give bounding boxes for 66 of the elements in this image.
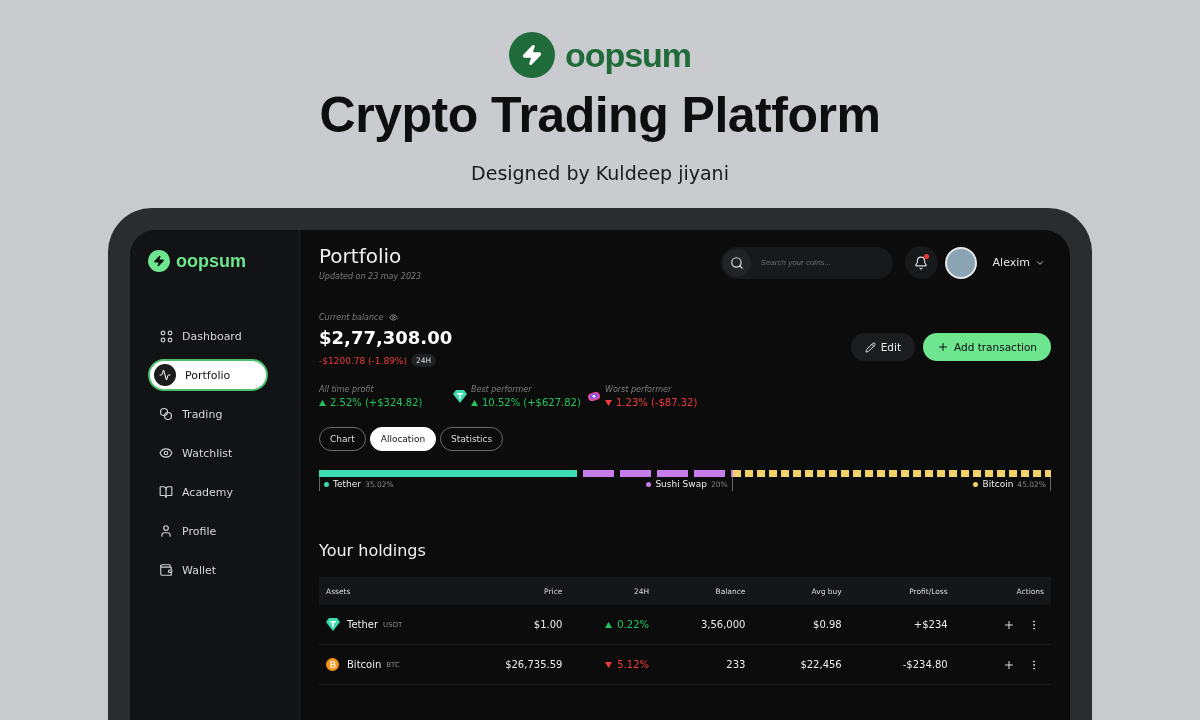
grid-dots-icon bbox=[159, 329, 173, 343]
balance-amount: $2,77,308.00 bbox=[319, 327, 453, 348]
page-title: Portfolio bbox=[319, 244, 403, 268]
balance-label: Current balance bbox=[319, 313, 384, 322]
plus-icon bbox=[1003, 658, 1015, 671]
coins-icon bbox=[159, 407, 173, 421]
asset-name: Bitcoin bbox=[347, 659, 382, 670]
search-field[interactable]: Search your coins... bbox=[720, 246, 893, 279]
brand-name: oopsum bbox=[176, 250, 246, 272]
balance-change: -$1200.78 (-1.89%) bbox=[319, 355, 407, 366]
bell-icon bbox=[914, 255, 929, 270]
avatar-placeholder bbox=[944, 246, 977, 279]
table-cell: -$234.80 bbox=[902, 659, 948, 670]
plus-icon bbox=[1003, 618, 1015, 631]
logo-icon bbox=[508, 32, 555, 78]
table-cell: 0.22% bbox=[617, 619, 650, 630]
table-cell: $22,456 bbox=[800, 659, 842, 670]
sidebar-item[interactable]: Trading bbox=[148, 398, 268, 430]
brand-name: oopsum bbox=[564, 35, 692, 75]
sushi-icon bbox=[587, 391, 601, 402]
eye-icon bbox=[389, 313, 399, 322]
asset-name: Tether bbox=[347, 619, 379, 630]
allocation-name: Sushi Swap bbox=[655, 479, 707, 489]
tether-icon bbox=[326, 618, 340, 631]
table-cell: 5.12% bbox=[617, 659, 650, 670]
table-cell: $1.00 bbox=[533, 619, 563, 630]
user-icon bbox=[159, 524, 173, 538]
stat-value: 2.52% (+$324.82) bbox=[330, 397, 423, 408]
tab[interactable]: Allocation bbox=[369, 427, 437, 451]
sidebar-item[interactable]: Watchlist bbox=[148, 437, 268, 469]
search-icon bbox=[729, 255, 744, 270]
table-cell: +$234 bbox=[913, 619, 948, 630]
hero-title: Crypto Trading Platform bbox=[319, 86, 881, 144]
updated-date: Updated on 23 may 2023 bbox=[319, 272, 422, 281]
eye-icon bbox=[159, 446, 173, 460]
table-cell: $26,735.59 bbox=[505, 659, 563, 670]
sidebar-item[interactable]: Wallet bbox=[148, 554, 268, 586]
pencil-icon bbox=[864, 341, 876, 353]
table-cell: 3,56,000 bbox=[700, 619, 746, 630]
notification-button[interactable] bbox=[904, 246, 938, 279]
stat-label: All time profit bbox=[319, 385, 375, 394]
plus-icon bbox=[937, 341, 949, 353]
sidebar-item[interactable]: Dashboard bbox=[148, 320, 268, 352]
table-cell: $0.98 bbox=[813, 619, 842, 630]
stat-label: Best performer bbox=[471, 385, 533, 394]
logo-icon bbox=[148, 250, 170, 272]
user-menu[interactable]: Alexim bbox=[986, 255, 1051, 270]
section-title: Your holdings bbox=[319, 541, 427, 560]
edit-button[interactable]: Edit bbox=[850, 333, 915, 361]
sidebar-item[interactable]: Profile bbox=[148, 515, 268, 547]
stat-label: Worst performer bbox=[605, 385, 673, 394]
sidebar-item[interactable]: Academy bbox=[148, 476, 268, 508]
stat-value: 10.52% (+$627.82) bbox=[482, 397, 581, 408]
tether-icon bbox=[453, 390, 467, 403]
search-input[interactable]: Search your coins... bbox=[758, 257, 879, 268]
hero-subtitle: Designed by Kuldeep jiyani bbox=[471, 162, 729, 184]
line-chart-icon bbox=[159, 369, 171, 381]
book-icon bbox=[159, 485, 173, 499]
bitcoin-icon bbox=[326, 658, 339, 671]
add-transaction-button[interactable]: Add transaction bbox=[923, 333, 1051, 361]
sidebar-item[interactable]: Portfolio bbox=[148, 359, 268, 391]
wallet-icon bbox=[159, 563, 173, 577]
allocation-name: Tether bbox=[333, 479, 361, 489]
table-cell: 233 bbox=[726, 659, 746, 670]
allocation-name: Bitcoin bbox=[982, 479, 1014, 489]
stat-value: 1.23% (-$87.32) bbox=[616, 397, 698, 408]
